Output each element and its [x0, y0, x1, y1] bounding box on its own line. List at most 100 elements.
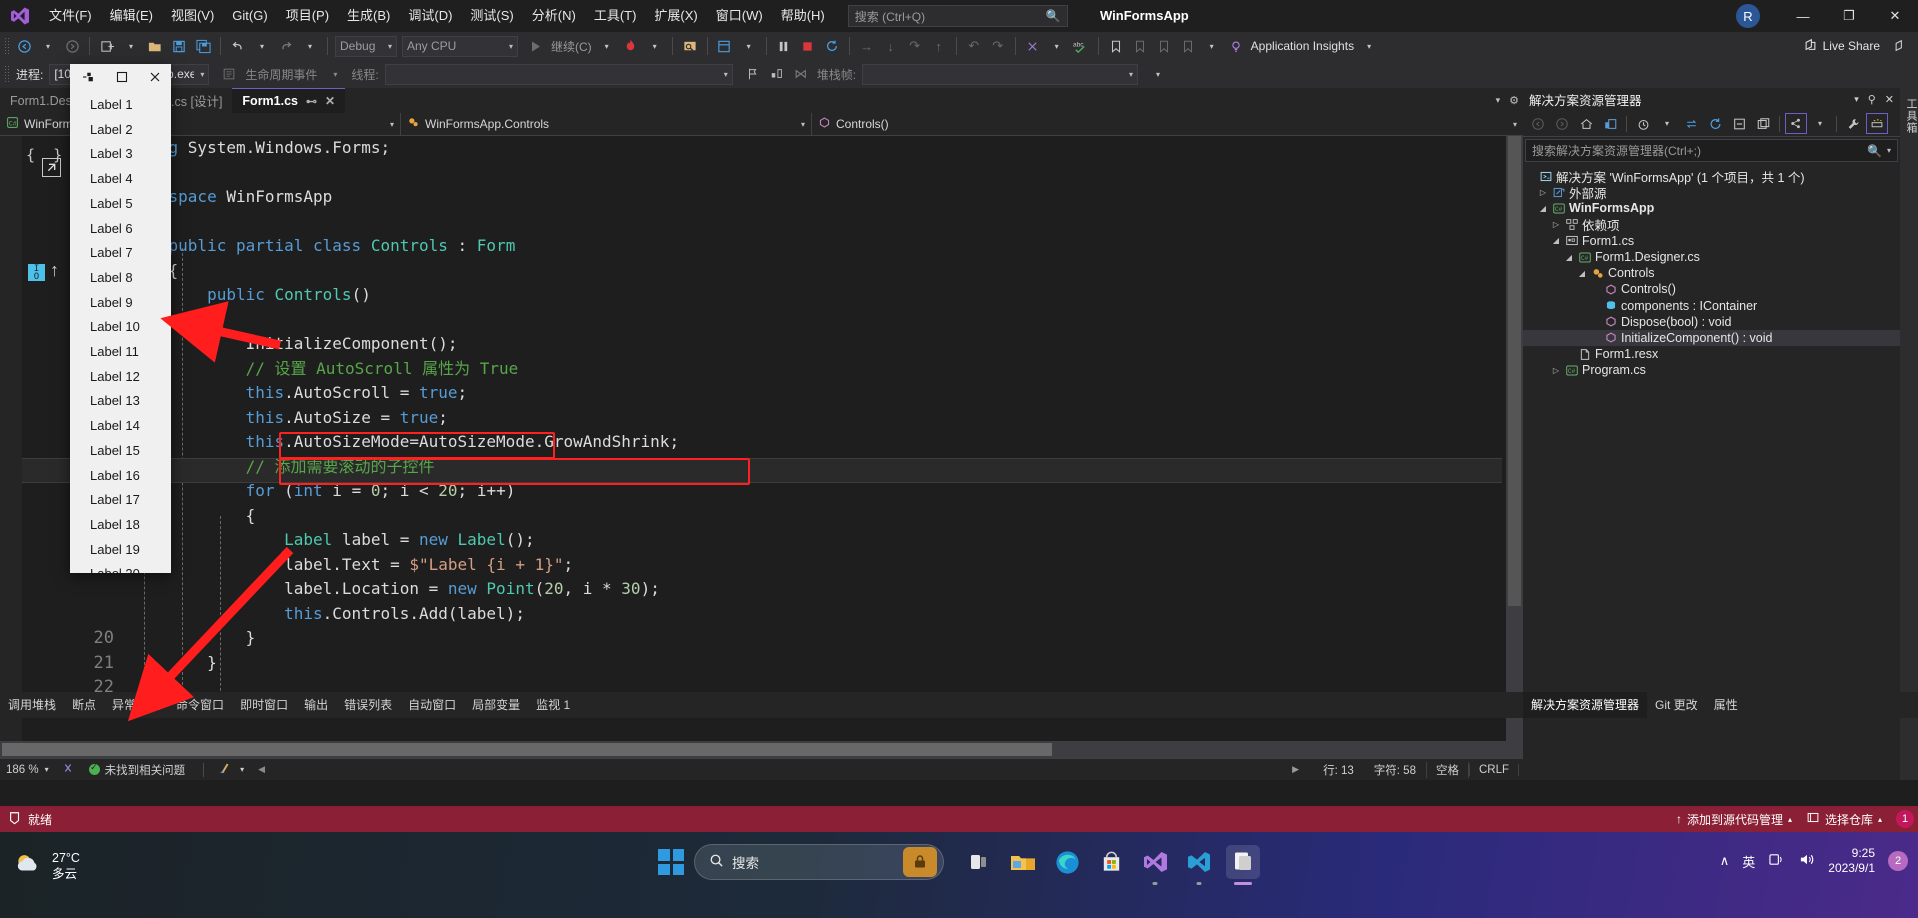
menu-item-0[interactable]: 文件(F)	[40, 0, 101, 32]
tree-item-12[interactable]: ▷ C# Program.cs	[1523, 362, 1900, 378]
solution-explorer-search[interactable]: 搜索解决方案资源管理器(Ctrl+;) 🔍 ▾	[1525, 139, 1898, 162]
tree-item-8[interactable]: components : IContainer	[1523, 298, 1900, 314]
visual-studio-icon[interactable]	[1138, 845, 1172, 885]
editor-vertical-scrollbar[interactable]	[1506, 136, 1523, 758]
spellcheck-icon[interactable]: abc	[1069, 34, 1093, 58]
navbar-type-segment[interactable]: WinFormsApp.Controls ▾	[401, 113, 811, 136]
minimize-icon[interactable]	[72, 64, 105, 89]
edge-icon[interactable]	[1050, 845, 1084, 879]
quick-search-box[interactable]: 搜索 (Ctrl+Q) 🔍	[847, 5, 1068, 27]
menu-item-4[interactable]: 项目(P)	[277, 0, 338, 32]
code-lens-io-icon[interactable]: IO	[28, 264, 45, 281]
back-arrow-icon[interactable]	[1527, 113, 1549, 134]
parallel-stacks-icon[interactable]: ⋈	[789, 62, 813, 86]
menu-item-11[interactable]: 窗口(W)	[707, 0, 772, 32]
show-next-statement-icon[interactable]: →	[855, 34, 879, 58]
bottom-tab-7[interactable]: 自动窗口	[400, 692, 464, 718]
menu-item-1[interactable]: 编辑(E)	[101, 0, 162, 32]
collapse-all-icon[interactable]	[1728, 113, 1750, 134]
issue-status[interactable]: 未找到相关问题	[81, 762, 194, 778]
previous-bookmark-icon[interactable]	[1128, 34, 1152, 58]
editor-tab-2[interactable]: Form1.cs ⊷ ✕	[232, 88, 346, 113]
new-project-dropdown-icon[interactable]: ▾	[119, 34, 143, 58]
editor-horizontal-scrollbar[interactable]	[0, 741, 1523, 758]
close-icon[interactable]: ✕	[1885, 93, 1894, 106]
tree-item-10[interactable]: InitializeComponent() : void	[1523, 329, 1900, 347]
continue-play-icon[interactable]	[524, 34, 548, 58]
select-repository-button[interactable]: 选择仓库 ▴	[1806, 811, 1882, 828]
refresh-icon[interactable]	[1704, 113, 1726, 134]
tray-chevron-icon[interactable]: ∧	[1720, 853, 1730, 869]
intellicode-status-icon[interactable]	[55, 761, 81, 778]
navbar-project-segment[interactable]: C# WinFormsApp ▾	[0, 113, 400, 136]
toolbar-grip[interactable]	[4, 37, 9, 55]
search-icon[interactable]: 🔍	[1046, 9, 1061, 23]
intellicode-dropdown-icon[interactable]: ▾	[1045, 34, 1069, 58]
code-cleanup-dropdown-icon[interactable]: ▾	[236, 765, 248, 774]
show-all-files-dropdown-icon[interactable]: ▾	[1809, 113, 1831, 134]
pause-icon[interactable]	[772, 34, 796, 58]
tree-item-1[interactable]: ▷ 外部源	[1523, 184, 1900, 201]
solution-platform-combo[interactable]: Any CPU ▾	[402, 35, 518, 57]
menu-item-6[interactable]: 调试(D)	[399, 0, 461, 32]
indentation-mode[interactable]: 空格	[1425, 761, 1469, 778]
breakpoint-gutter[interactable]	[0, 136, 22, 758]
code-cleanup-icon[interactable]	[214, 761, 236, 778]
navigate-backward-icon[interactable]	[12, 34, 36, 58]
winforms-app-icon[interactable]	[1226, 845, 1260, 885]
clock[interactable]: 9:25 2023/9/1	[1828, 846, 1875, 876]
feedback-icon[interactable]	[1888, 34, 1912, 58]
expanded-twisty-icon[interactable]: ◢	[1536, 204, 1550, 213]
redo-icon[interactable]	[274, 34, 298, 58]
taskbar-search[interactable]: 搜索	[694, 844, 944, 880]
zoom-level-selector[interactable]: 186 % ▾	[0, 764, 55, 776]
sync-with-active-icon[interactable]	[1680, 113, 1702, 134]
save-icon[interactable]	[167, 34, 191, 58]
navigate-backward-dropdown-icon[interactable]: ▾	[36, 34, 60, 58]
code-text[interactable]: using System.Windows.Forms; namespace Win…	[130, 136, 1497, 758]
menu-item-3[interactable]: Git(G)	[223, 0, 276, 32]
tree-item-5[interactable]: ◢ C# Form1.Designer.cs	[1523, 249, 1900, 265]
bottom-tab-4[interactable]: 即时窗口	[232, 692, 296, 718]
code-editor-surface[interactable]: { } IO ↑ 202122 using System.Windows.For…	[0, 136, 1523, 758]
open-file-icon[interactable]	[143, 34, 167, 58]
right-dock-tab-1[interactable]: Git 更改	[1647, 692, 1706, 718]
menu-item-10[interactable]: 扩展(X)	[645, 0, 706, 32]
diagnostic-back-icon[interactable]: ↶	[962, 34, 986, 58]
close-tab-icon[interactable]: ✕	[325, 94, 335, 108]
debugbar-grip[interactable]	[4, 65, 9, 83]
new-folder-icon[interactable]	[1752, 113, 1774, 134]
tree-item-3[interactable]: ▷ 依赖项	[1523, 217, 1900, 233]
intellicode-icon[interactable]	[1021, 34, 1045, 58]
step-out-icon[interactable]: ↑	[927, 34, 951, 58]
close-icon[interactable]	[138, 64, 171, 89]
debugbar-overflow-icon[interactable]: ▾	[1146, 62, 1170, 86]
toolbox-side-tab[interactable]: 工具箱	[1903, 98, 1918, 134]
menu-item-7[interactable]: 测试(S)	[461, 0, 522, 32]
weather-widget[interactable]: 27°C 多云	[14, 850, 80, 882]
undo-icon[interactable]	[226, 34, 250, 58]
preview-selected-icon[interactable]	[1866, 113, 1888, 134]
collapsed-twisty-icon[interactable]: ▷	[1536, 188, 1550, 197]
copilot-icon[interactable]	[903, 847, 937, 877]
properties-icon[interactable]	[1842, 113, 1864, 134]
bottom-tab-9[interactable]: 监视 1	[528, 692, 578, 718]
tree-item-9[interactable]: Dispose(bool) : void	[1523, 314, 1900, 330]
stackframe-combo[interactable]: ▾	[862, 63, 1139, 85]
bottom-tab-6[interactable]: 错误列表	[336, 692, 400, 718]
bottom-tab-1[interactable]: 断点	[64, 692, 104, 718]
tree-item-4[interactable]: ◢ Form1.cs	[1523, 233, 1900, 249]
redo-dropdown-icon[interactable]: ▾	[298, 34, 322, 58]
expand-outlining-icon[interactable]	[42, 158, 61, 177]
lifecycle-events-icon[interactable]	[217, 62, 241, 86]
show-all-files-icon[interactable]	[1785, 113, 1807, 134]
pin-icon[interactable]: ⚲	[1868, 93, 1876, 106]
save-all-icon[interactable]	[191, 34, 215, 58]
next-bookmark-icon[interactable]	[1152, 34, 1176, 58]
tab-list-dropdown-icon[interactable]: ▾	[1496, 95, 1501, 106]
collapsed-twisty-icon[interactable]: ▷	[1549, 366, 1563, 375]
tree-item-0[interactable]: 解决方案 'WinFormsApp' (1 个项目，共 1 个)	[1523, 168, 1900, 185]
hot-reload-dropdown-icon[interactable]: ▾	[643, 34, 667, 58]
bottom-tab-8[interactable]: 局部变量	[464, 692, 528, 718]
right-dock-tab-0[interactable]: 解决方案资源管理器	[1523, 692, 1648, 718]
